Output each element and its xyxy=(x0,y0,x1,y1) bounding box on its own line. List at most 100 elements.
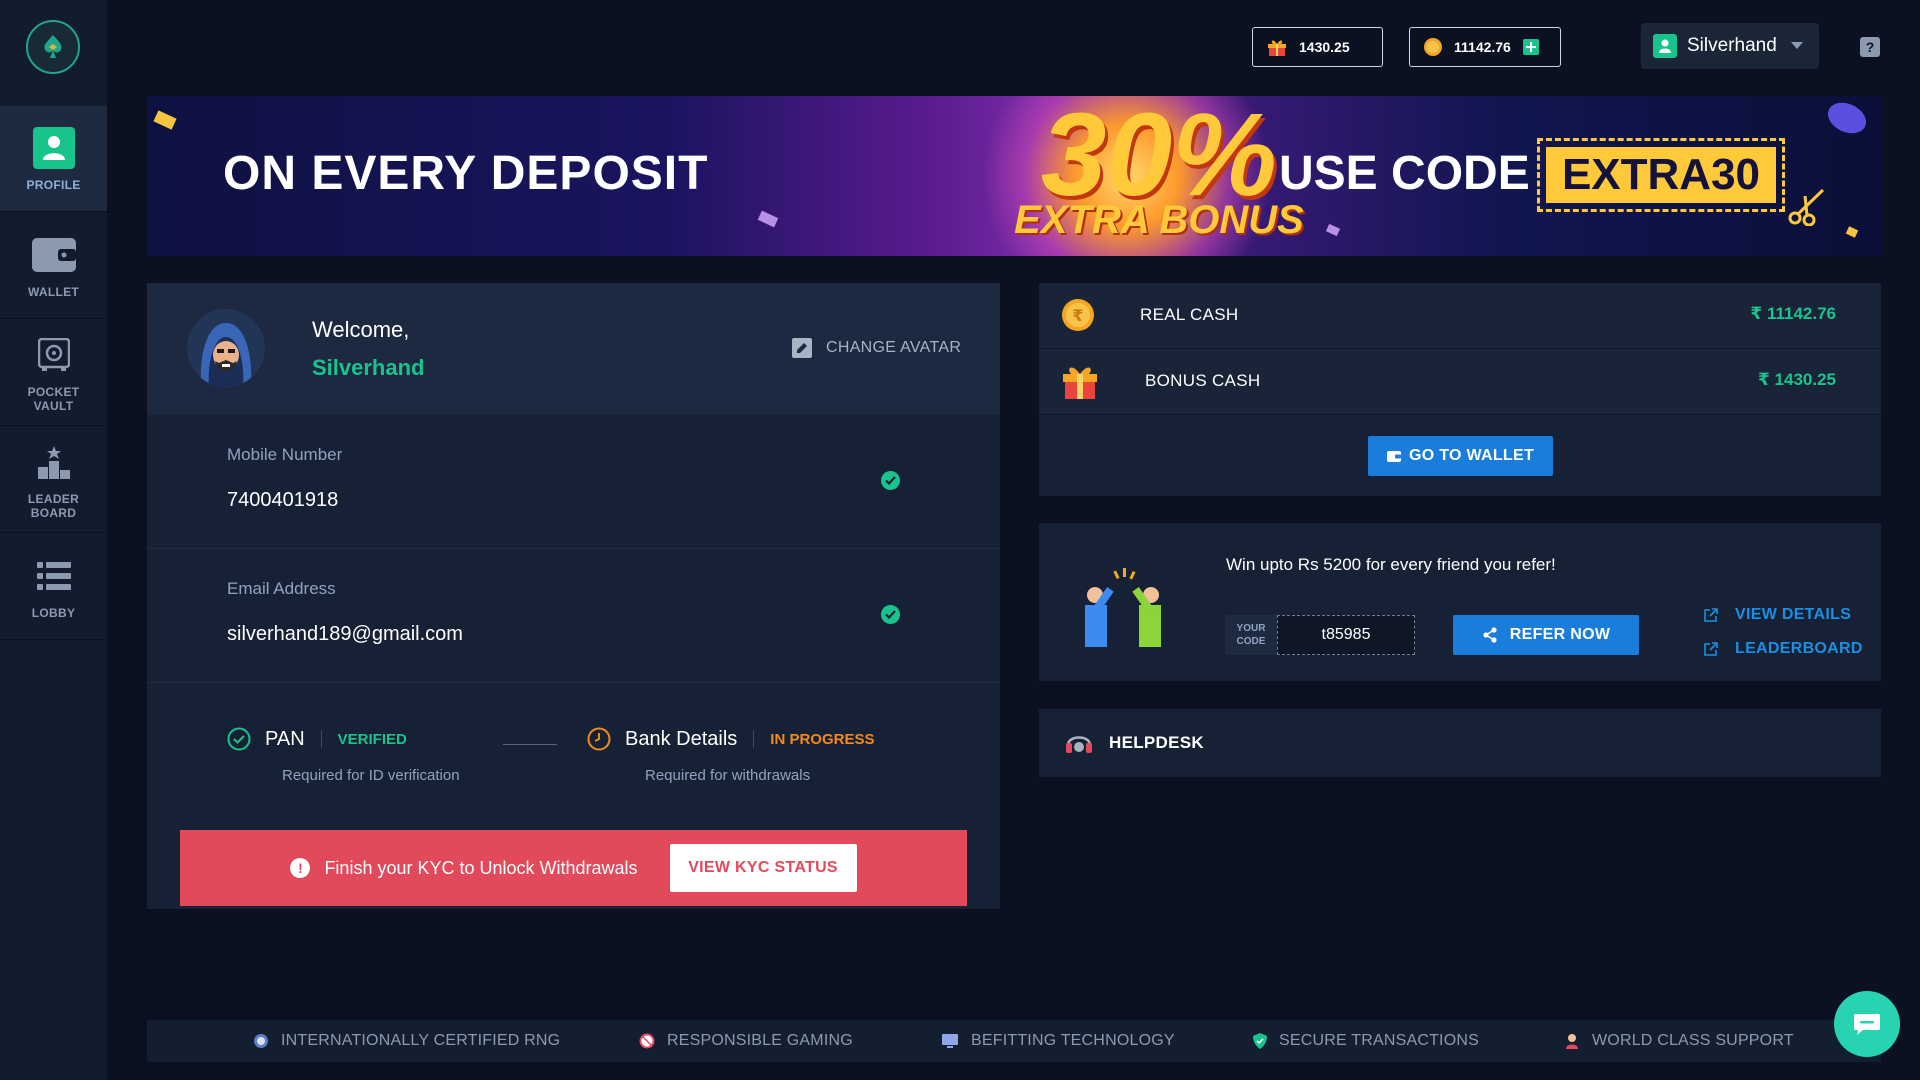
avatar[interactable] xyxy=(187,309,265,387)
real-cash-row: ₹ REAL CASH ₹ 11142.76 xyxy=(1039,283,1881,349)
gift-icon xyxy=(1267,38,1287,56)
footer-item-support: WORLD CLASS SUPPORT xyxy=(1564,1020,1794,1062)
share-icon xyxy=(1482,627,1498,643)
verified-check-icon xyxy=(881,605,900,624)
kyc-pan-subtitle: Required for ID verification xyxy=(282,767,460,784)
mobile-number-row: Mobile Number 7400401918 xyxy=(147,415,1000,549)
check-circle-icon xyxy=(227,727,251,751)
bonus-balance-pill[interactable]: 1430.25 xyxy=(1252,27,1383,67)
username: Silverhand xyxy=(1687,35,1777,56)
banner-right-text: USE CODE xyxy=(1279,147,1530,200)
banner-offer: 30% EXTRA BONUS xyxy=(1009,96,1309,256)
footer-item-technology: BEFITTING TECHNOLOGY xyxy=(941,1020,1175,1062)
kyc-bank-subtitle: Required for withdrawals xyxy=(645,767,811,784)
sidebar-item-pocket-vault[interactable]: POCKET VAULT xyxy=(0,320,107,426)
change-avatar-label: CHANGE AVATAR xyxy=(826,339,962,356)
helpdesk-label: HELPDESK xyxy=(1109,733,1204,752)
footer-item-secure: SECURE TRANSACTIONS xyxy=(1253,1020,1479,1062)
rupee-coin-icon: ₹ xyxy=(1061,298,1095,337)
refer-card: Win upto Rs 5200 for every friend you re… xyxy=(1039,523,1881,681)
divider xyxy=(753,730,755,748)
vault-icon xyxy=(32,333,76,377)
real-cash-label: REAL CASH xyxy=(1140,305,1239,324)
go-to-wallet-button[interactable]: GO TO WALLET xyxy=(1368,436,1553,476)
svg-text:₹: ₹ xyxy=(1072,306,1083,325)
sidebar-item-wallet[interactable]: WALLET xyxy=(0,213,107,319)
sidebar: PROFILE WALLET POCKET VAULT LEADER BOARD… xyxy=(0,0,107,1080)
welcome-username: Silverhand xyxy=(312,355,425,380)
kyc-pan-step[interactable]: PAN VERIFIED xyxy=(227,727,407,751)
cash-balance-value: 11142.76 xyxy=(1454,39,1511,55)
confetti xyxy=(757,210,779,228)
kyc-pan-status: VERIFIED xyxy=(337,730,407,748)
real-cash-amount: ₹ 11142.76 xyxy=(1750,304,1836,323)
cash-balance-pill[interactable]: 11142.76 xyxy=(1409,27,1561,67)
view-kyc-status-button[interactable]: VIEW KYC STATUS xyxy=(669,844,857,892)
user-icon xyxy=(32,126,76,170)
code-tag: YOUR CODE xyxy=(1225,615,1277,655)
sidebar-item-label: WALLET xyxy=(27,284,80,299)
wallet-summary-card: ₹ REAL CASH ₹ 11142.76 BONUS CASH ₹ 1430… xyxy=(1039,283,1881,496)
list-icon xyxy=(32,554,76,598)
no-minors-icon xyxy=(639,1033,655,1049)
bonus-cash-row: BONUS CASH ₹ 1430.25 xyxy=(1039,349,1881,415)
sidebar-item-profile[interactable]: PROFILE xyxy=(0,106,107,212)
footer-item-label: BEFITTING TECHNOLOGY xyxy=(971,1032,1175,1049)
verified-check-icon xyxy=(881,471,900,490)
help-button[interactable]: ? xyxy=(1860,37,1880,57)
bonus-cash-amount: ₹ 1430.25 xyxy=(1757,370,1836,389)
mobile-number-label: Mobile Number xyxy=(227,445,343,464)
user-menu-button[interactable]: Silverhand xyxy=(1641,23,1819,69)
go-to-wallet-label: GO TO WALLET xyxy=(1408,447,1535,464)
view-details-label: VIEW DETAILS xyxy=(1735,606,1852,623)
promo-banner[interactable]: ON EVERY DEPOSIT 30% EXTRA BONUS USE COD… xyxy=(147,96,1881,256)
banner-code: EXTRA30 xyxy=(1546,147,1776,203)
leaderboard-link[interactable]: LEADERBOARD xyxy=(1703,640,1863,658)
banner-percent: 30% xyxy=(1040,96,1278,221)
chat-button[interactable] xyxy=(1834,991,1900,1057)
banner-left-text: ON EVERY DEPOSIT xyxy=(223,147,709,200)
external-link-icon xyxy=(1703,641,1719,657)
refer-now-button[interactable]: REFER NOW xyxy=(1453,615,1639,655)
user-icon xyxy=(1653,34,1677,58)
welcome-text: Welcome, xyxy=(312,317,410,342)
gift-icon xyxy=(1061,363,1099,404)
banner-coupon: EXTRA30 xyxy=(1537,138,1785,212)
clock-icon xyxy=(587,727,611,751)
monitor-icon xyxy=(941,1033,959,1049)
bonus-balance-value: 1430.25 xyxy=(1299,39,1350,55)
coin-icon xyxy=(1424,38,1442,56)
referral-code-field[interactable]: t85985 xyxy=(1277,615,1415,655)
kyc-alert-banner: ! Finish your KYC to Unlock Withdrawals … xyxy=(180,830,967,906)
app-logo[interactable] xyxy=(26,20,80,74)
sidebar-item-label: POCKET VAULT xyxy=(27,384,80,413)
add-cash-icon[interactable] xyxy=(1522,39,1539,55)
code-tag-line-2: CODE xyxy=(1236,636,1266,647)
kyc-steps: PAN VERIFIED Required for ID verificatio… xyxy=(147,685,1000,825)
email-address-value: silverhand189@gmail.com xyxy=(227,623,463,645)
globe-icon xyxy=(253,1033,269,1049)
sidebar-item-leaderboard[interactable]: LEADER BOARD xyxy=(0,427,107,533)
email-address-label: Email Address xyxy=(227,579,336,598)
kyc-bank-title: Bank Details xyxy=(625,727,738,750)
email-address-row: Email Address silverhand189@gmail.com xyxy=(147,549,1000,683)
wallet-icon xyxy=(1386,450,1401,462)
divider xyxy=(320,730,322,748)
kyc-bank-step[interactable]: Bank Details IN PROGRESS xyxy=(587,727,874,751)
footer-item-label: SECURE TRANSACTIONS xyxy=(1279,1032,1479,1049)
kyc-alert-text: Finish your KYC to Unlock Withdrawals xyxy=(324,857,638,878)
wallet-icon xyxy=(31,233,76,277)
footer-item-responsible: RESPONSIBLE GAMING xyxy=(639,1020,853,1062)
confetti xyxy=(153,110,177,130)
sidebar-item-lobby[interactable]: LOBBY xyxy=(0,534,107,640)
spade-logo-icon xyxy=(44,35,62,58)
profile-card: Welcome, Silverhand CHANGE AVATAR Mobile… xyxy=(147,283,1000,909)
high-five-icon xyxy=(1077,567,1169,647)
shield-icon xyxy=(1253,1033,1267,1049)
kyc-bank-status: IN PROGRESS xyxy=(770,730,875,748)
confetti xyxy=(1325,223,1341,237)
view-details-link[interactable]: VIEW DETAILS xyxy=(1703,606,1851,624)
banner-subtitle: EXTRA BONUS xyxy=(1014,198,1304,242)
change-avatar-button[interactable]: CHANGE AVATAR xyxy=(792,338,961,358)
helpdesk-row[interactable]: HELPDESK xyxy=(1039,709,1881,777)
